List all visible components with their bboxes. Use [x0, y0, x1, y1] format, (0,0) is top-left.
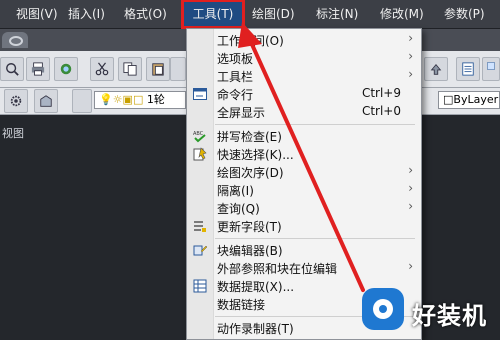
design-center-icon[interactable] — [482, 57, 500, 81]
menu-item-label: 数据提取(X)... — [217, 280, 295, 294]
menu-item-spell-check[interactable]: ABC 拼写检查(E) — [187, 127, 421, 145]
menu-item-toolbars[interactable]: 工具栏 › — [187, 67, 421, 85]
submenu-arrow-icon: › — [408, 163, 413, 177]
menu-bar: 视图(V) 插入(I) 格式(O) 工具(T) 绘图(D) 标注(N) 修改(M… — [0, 0, 500, 29]
layer-properties-icon[interactable] — [72, 89, 92, 113]
menu-format[interactable]: 格式(O) — [116, 0, 182, 28]
zoom-icon[interactable] — [0, 57, 24, 81]
menu-item-label: 拼写检查(E) — [217, 130, 282, 144]
menu-dimension[interactable]: 标注(N) — [308, 0, 372, 28]
submenu-arrow-icon: › — [408, 31, 413, 45]
print-icon[interactable] — [26, 57, 50, 81]
menu-tools[interactable]: 工具(T) — [181, 0, 245, 29]
viewport-label[interactable]: 视图 — [2, 125, 24, 141]
menu-item-workspaces[interactable]: 工作空间(O) › — [187, 31, 421, 49]
menu-item-quick-select[interactable]: 快速选择(K)... — [187, 145, 421, 163]
menu-view[interactable]: 视图(V) — [0, 0, 60, 28]
file-tab[interactable] — [2, 32, 28, 48]
bylayer-swatch: □ — [443, 93, 454, 106]
menu-item-label: 绘图次序(D) — [217, 166, 284, 180]
menu-draw[interactable]: 绘图(D) — [244, 0, 308, 28]
menu-item-label: 命令行 — [217, 88, 254, 102]
workspace-icon[interactable] — [34, 89, 58, 113]
menu-shortcut: Ctrl+0 — [361, 104, 401, 118]
match-properties-icon[interactable] — [170, 57, 186, 81]
command-line-icon — [193, 88, 207, 100]
menu-item-block-editor[interactable]: 块编辑器(B) — [187, 241, 421, 259]
cut-icon[interactable] — [90, 57, 114, 81]
submenu-arrow-icon: › — [408, 199, 413, 213]
menu-item-label: 数据链接 — [217, 298, 266, 312]
menu-modify[interactable]: 修改(M) — [372, 0, 436, 28]
submenu-arrow-icon: › — [408, 181, 413, 195]
menu-item-label: 全屏显示 — [217, 106, 266, 120]
paste-icon[interactable] — [146, 57, 170, 81]
menu-item-label: 工作空间(O) — [217, 34, 284, 48]
menu-insert[interactable]: 插入(I) — [60, 0, 116, 28]
copy-icon[interactable] — [118, 57, 142, 81]
quick-select-icon — [193, 147, 207, 161]
watermark-text: 好装机 — [412, 302, 487, 330]
menu-parametric[interactable]: 参数(P) — [436, 0, 500, 28]
watermark: 好装机 — [360, 284, 500, 340]
publish-icon[interactable] — [54, 57, 78, 81]
menu-item-label: 更新字段(T) — [217, 220, 282, 234]
menu-item-inquiry[interactable]: 查询(Q) › — [187, 199, 421, 217]
menu-separator — [215, 238, 415, 239]
bylayer-label: ByLayer — [453, 93, 499, 106]
block-editor-icon — [193, 245, 207, 256]
submenu-arrow-icon: › — [408, 49, 413, 63]
submenu-arrow-icon: › — [408, 67, 413, 81]
menu-item-fullscreen[interactable]: 全屏显示 Ctrl+0 — [187, 103, 421, 121]
layer-dropdown[interactable]: 💡☼▣□ 1轮 — [94, 91, 186, 109]
menu-item-label: 快速选择(K)... — [217, 148, 294, 162]
spell-check-icon: ABC — [193, 131, 206, 143]
gear-icon[interactable] — [4, 89, 28, 113]
menu-shortcut: Ctrl+9 — [361, 86, 401, 100]
menu-item-isolate[interactable]: 隔离(I) › — [187, 181, 421, 199]
menu-item-label: 工具栏 — [217, 70, 254, 84]
menu-separator — [215, 124, 415, 125]
watermark-logo-icon — [362, 288, 404, 330]
menu-item-draw-order[interactable]: 绘图次序(D) › — [187, 163, 421, 181]
data-extraction-icon — [193, 279, 207, 293]
menu-item-label: 外部参照和块在位编辑 — [217, 262, 338, 276]
pan-icon[interactable] — [424, 57, 448, 81]
update-fields-icon — [194, 221, 206, 232]
svg-text:ABC: ABC — [193, 131, 204, 137]
menu-item-command-line[interactable]: 命令行 Ctrl+9 — [187, 85, 421, 103]
menu-item-label: 查询(Q) — [217, 202, 260, 216]
layer-state-icons: 💡☼▣□ — [99, 93, 147, 106]
submenu-arrow-icon: › — [408, 259, 413, 273]
layer-name: 1轮 — [146, 93, 165, 106]
menu-item-label: 隔离(I) — [217, 184, 254, 198]
menu-item-update-fields[interactable]: 更新字段(T) — [187, 217, 421, 235]
menu-item-label: 块编辑器(B) — [217, 244, 283, 258]
menu-item-palettes[interactable]: 选项板 › — [187, 49, 421, 67]
bylayer-dropdown[interactable]: □ByLayer — [438, 91, 500, 109]
menu-item-label: 选项板 — [217, 52, 254, 66]
menu-item-xref-inplace-edit[interactable]: 外部参照和块在位编辑 › — [187, 259, 421, 277]
properties-icon[interactable] — [456, 57, 480, 81]
menu-item-label: 动作录制器(T) — [217, 322, 294, 336]
